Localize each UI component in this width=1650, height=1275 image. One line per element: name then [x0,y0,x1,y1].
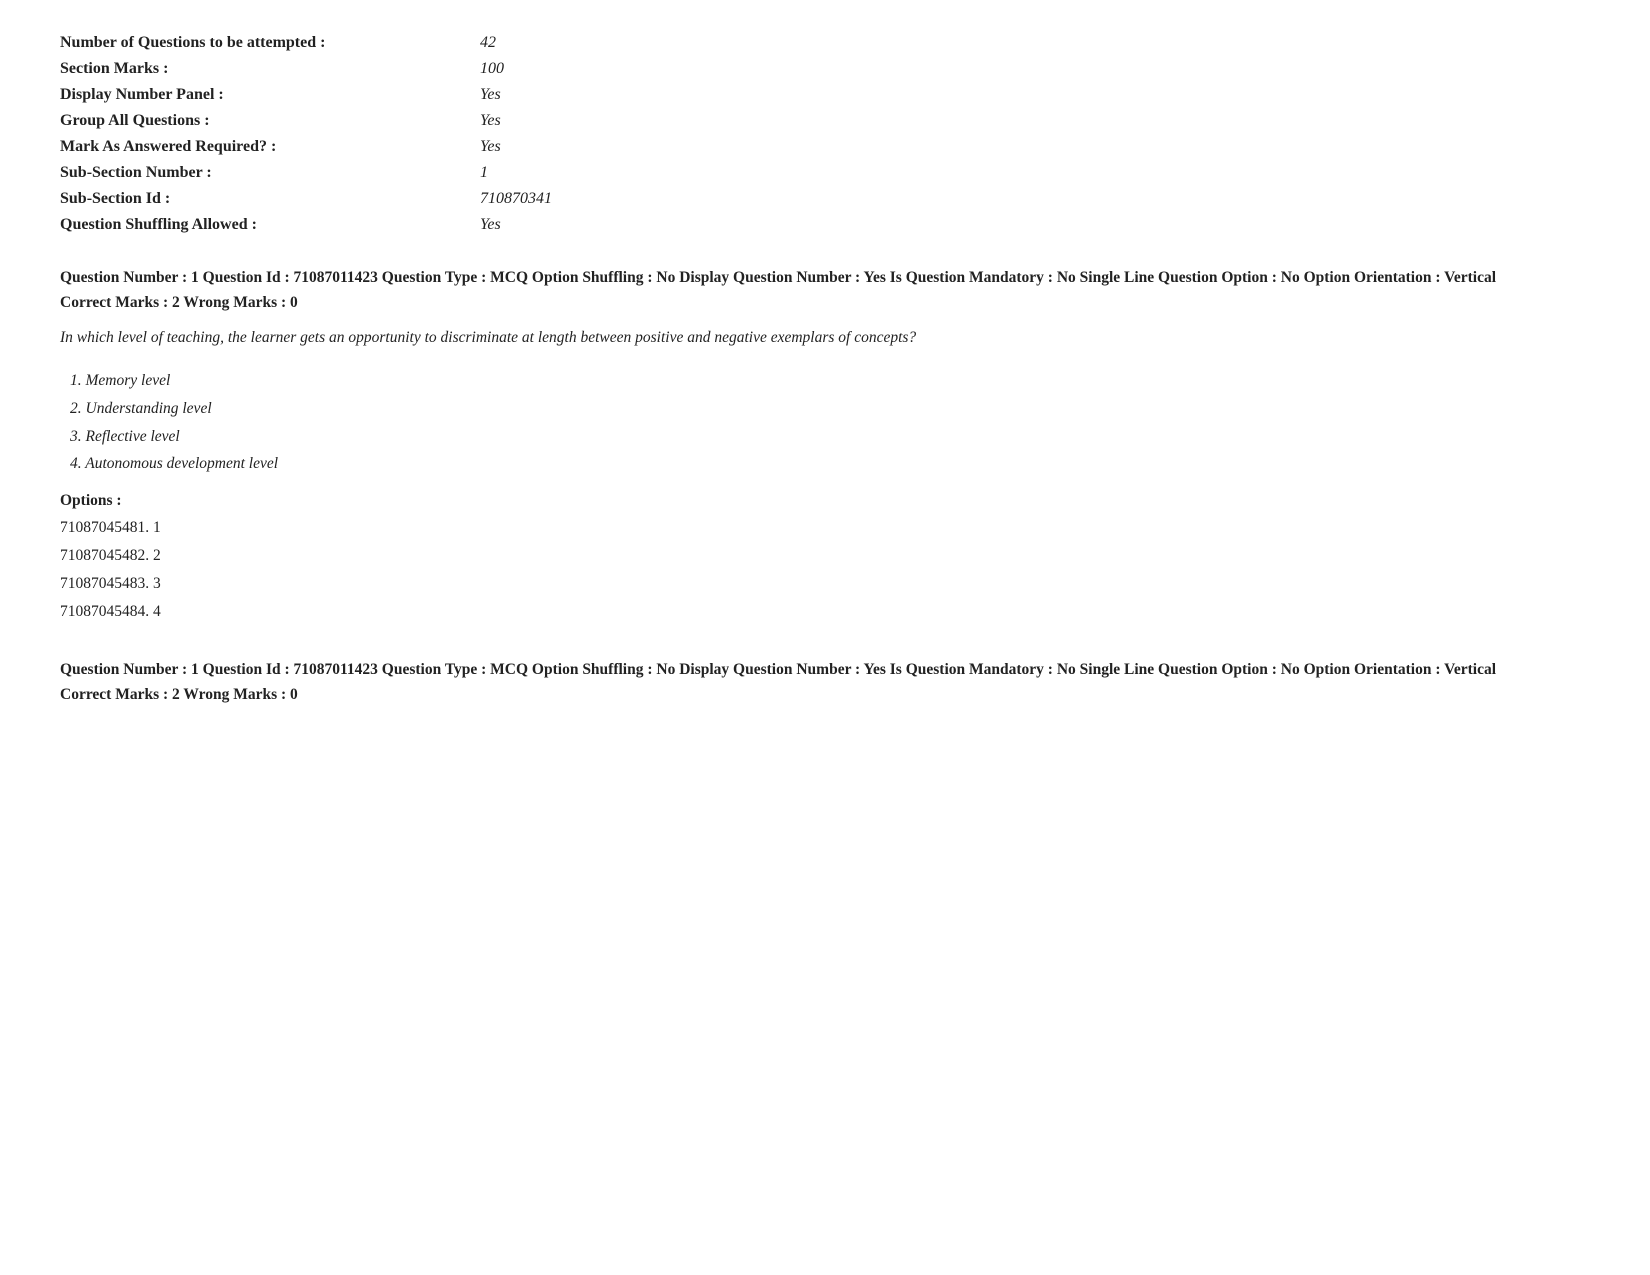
option-item: 2. Understanding level [70,395,1590,423]
info-value: Yes [480,112,501,130]
info-label: Section Marks : [60,60,480,78]
info-label: Sub-Section Number : [60,164,480,182]
info-label: Mark As Answered Required? : [60,138,480,156]
question-marks: Correct Marks : 2 Wrong Marks : 0 [60,686,1590,704]
question-meta: Question Number : 1 Question Id : 710870… [60,658,1590,682]
info-label: Sub-Section Id : [60,190,480,208]
info-row: Display Number Panel :Yes [60,82,1590,108]
question-block: Question Number : 1 Question Id : 710870… [60,266,1590,626]
question-meta: Question Number : 1 Question Id : 710870… [60,266,1590,290]
info-row: Number of Questions to be attempted :42 [60,30,1590,56]
info-row: Section Marks :100 [60,56,1590,82]
option-item: 1. Memory level [70,367,1590,395]
option-id-item: 71087045483. 3 [60,570,1590,598]
info-label: Number of Questions to be attempted : [60,34,480,52]
question-marks: Correct Marks : 2 Wrong Marks : 0 [60,294,1590,312]
options-label: Options : [60,492,1590,510]
question-text: In which level of teaching, the learner … [60,326,1590,351]
info-value: Yes [480,86,501,104]
info-label: Question Shuffling Allowed : [60,216,480,234]
option-item: 3. Reflective level [70,423,1590,451]
option-id-item: 71087045482. 2 [60,542,1590,570]
info-label: Group All Questions : [60,112,480,130]
info-row: Sub-Section Number :1 [60,160,1590,186]
info-value: 1 [480,164,488,182]
option-id-item: 71087045484. 4 [60,598,1590,626]
info-row: Mark As Answered Required? :Yes [60,134,1590,160]
info-row: Group All Questions :Yes [60,108,1590,134]
options-list: 1. Memory level2. Understanding level3. … [60,367,1590,479]
info-value: 710870341 [480,190,552,208]
info-value: 100 [480,60,504,78]
info-table: Number of Questions to be attempted :42S… [60,30,1590,238]
option-id-item: 71087045481. 1 [60,514,1590,542]
info-value: Yes [480,216,501,234]
info-value: Yes [480,138,501,156]
info-label: Display Number Panel : [60,86,480,104]
info-row: Sub-Section Id :710870341 [60,186,1590,212]
option-item: 4. Autonomous development level [70,450,1590,478]
info-row: Question Shuffling Allowed :Yes [60,212,1590,238]
question-block: Question Number : 1 Question Id : 710870… [60,658,1590,704]
info-value: 42 [480,34,496,52]
questions-container: Question Number : 1 Question Id : 710870… [60,266,1590,704]
option-ids: 71087045481. 171087045482. 271087045483.… [60,514,1590,626]
